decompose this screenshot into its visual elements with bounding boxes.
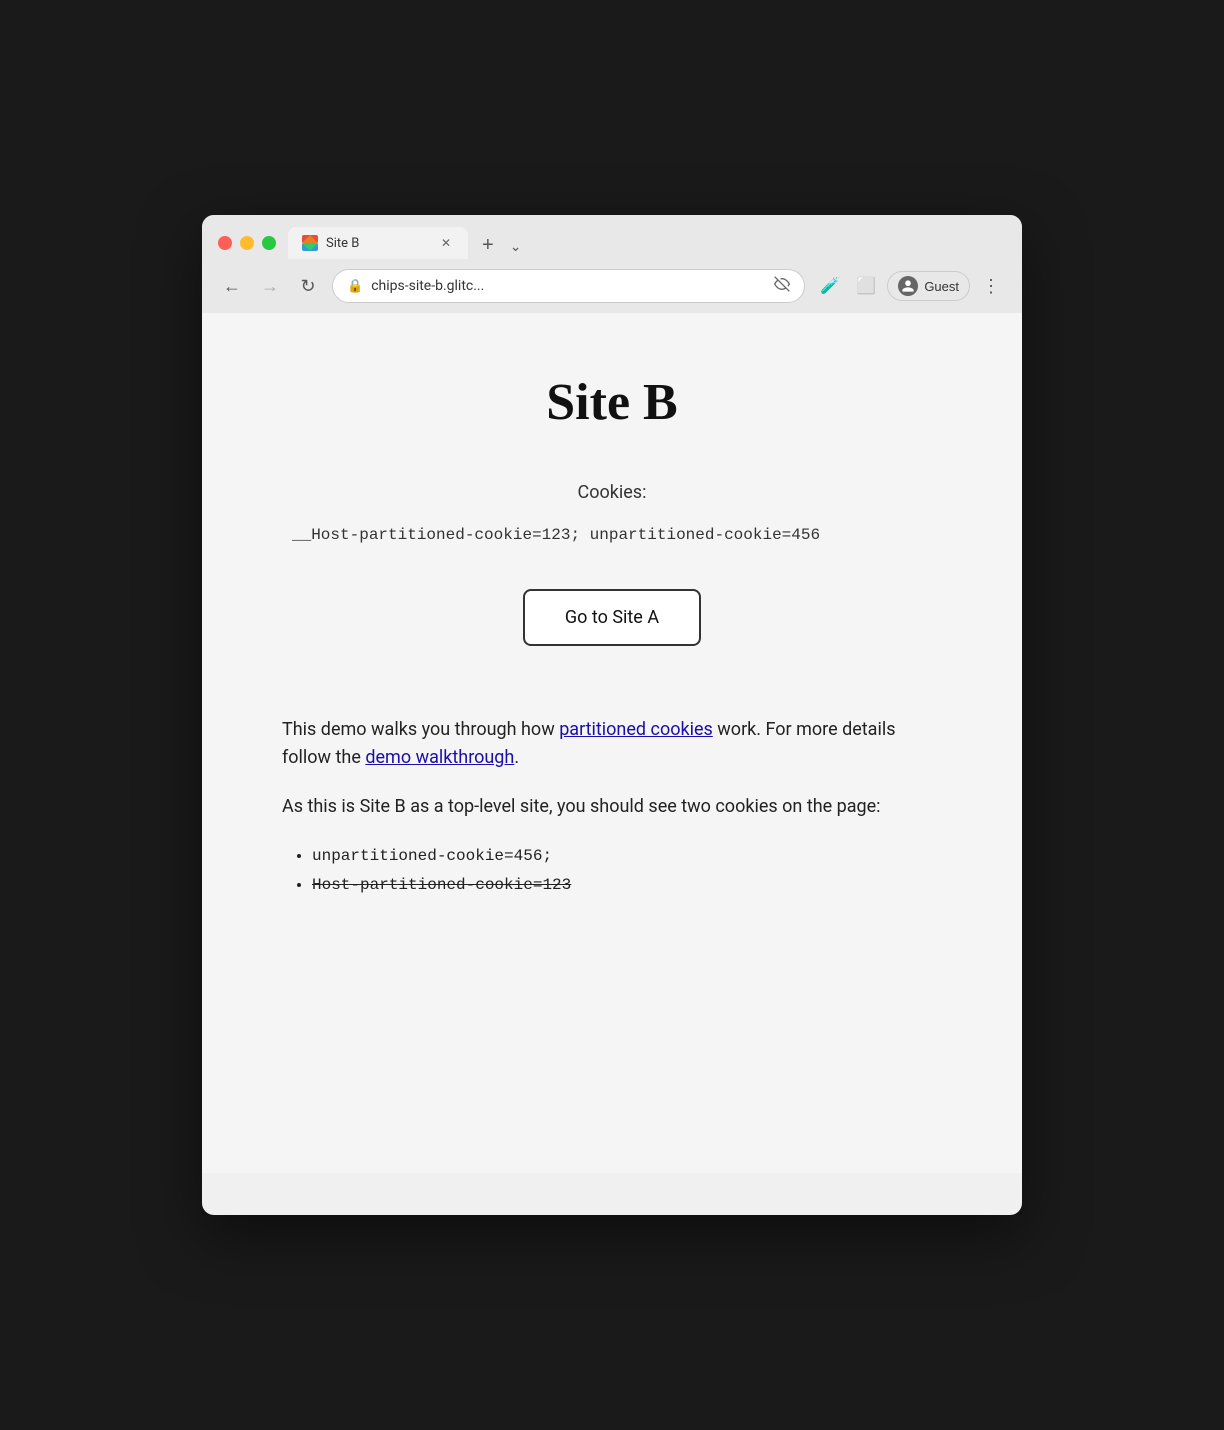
menu-button[interactable]: ⋮ (976, 272, 1006, 301)
new-tab-button[interactable]: + (472, 231, 504, 259)
close-button[interactable] (218, 236, 232, 250)
forward-button[interactable]: → (256, 272, 284, 300)
list-item: unpartitioned-cookie=456; (312, 842, 942, 871)
tab-more-button[interactable]: ⌄ (504, 234, 528, 259)
active-tab[interactable]: Site B ✕ (288, 227, 468, 259)
avatar (898, 276, 918, 296)
tab-search-button[interactable]: ⬜ (851, 271, 881, 301)
tabs-bar: Site B ✕ + ⌄ (288, 227, 1006, 259)
profile-button[interactable]: Guest (887, 271, 970, 301)
partitioned-cookies-link[interactable]: partitioned cookies (559, 719, 713, 740)
more-options-icon: ⋮ (982, 276, 1000, 296)
eye-off-icon (774, 276, 790, 296)
cookie-list: unpartitioned-cookie=456; Host-partition… (282, 842, 942, 900)
toolbar-icons: 🧪 ⬜ Guest ⋮ (815, 271, 1006, 301)
sidebar-icon: ⬜ (856, 276, 876, 296)
page-title: Site B (282, 373, 942, 432)
address-bar-input[interactable]: 🔒 chips-site-b.glitc... (332, 269, 805, 303)
cookie-list-item-1: unpartitioned-cookie=456; (312, 847, 552, 865)
reload-icon: ↻ (300, 276, 315, 297)
url-text: chips-site-b.glitc... (371, 278, 766, 294)
page-content: Site B Cookies: __Host-partitioned-cooki… (202, 313, 1022, 1173)
title-bar: Site B ✕ + ⌄ (202, 215, 1022, 259)
reload-button[interactable]: ↻ (294, 272, 322, 300)
back-icon: ← (223, 276, 241, 297)
maximize-button[interactable] (262, 236, 276, 250)
browser-window: Site B ✕ + ⌄ ← → ↻ 🔒 chips-site-b.glitc.… (202, 215, 1022, 1215)
profile-label: Guest (924, 279, 959, 294)
description-text-after-link: . (514, 747, 519, 768)
description-text-before-link: This demo walks you through how (282, 719, 559, 740)
list-item: Host-partitioned-cookie=123 (312, 871, 942, 900)
minimize-button[interactable] (240, 236, 254, 250)
back-button[interactable]: ← (218, 272, 246, 300)
cookie-raw-value: __Host-partitioned-cookie=123; unpartiti… (282, 523, 942, 549)
cookies-label: Cookies: (282, 482, 942, 503)
address-bar: ← → ↻ 🔒 chips-site-b.glitc... 🧪 (202, 259, 1022, 313)
description-text: This demo walks you through how partitio… (282, 716, 942, 774)
lock-icon: 🔒 (347, 279, 363, 294)
go-to-site-a-button[interactable]: Go to Site A (523, 589, 701, 646)
extensions-button[interactable]: 🧪 (815, 271, 845, 301)
site-b-favicon-icon (302, 235, 318, 251)
cookie-list-item-2: Host-partitioned-cookie=123 (312, 876, 571, 894)
site-b-note: As this is Site B as a top-level site, y… (282, 793, 942, 822)
demo-walkthrough-link[interactable]: demo walkthrough (365, 747, 514, 768)
tab-title: Site B (326, 236, 430, 251)
forward-icon: → (261, 276, 279, 297)
flask-icon: 🧪 (820, 276, 840, 296)
tab-close-button[interactable]: ✕ (438, 235, 454, 251)
window-controls (218, 236, 276, 250)
